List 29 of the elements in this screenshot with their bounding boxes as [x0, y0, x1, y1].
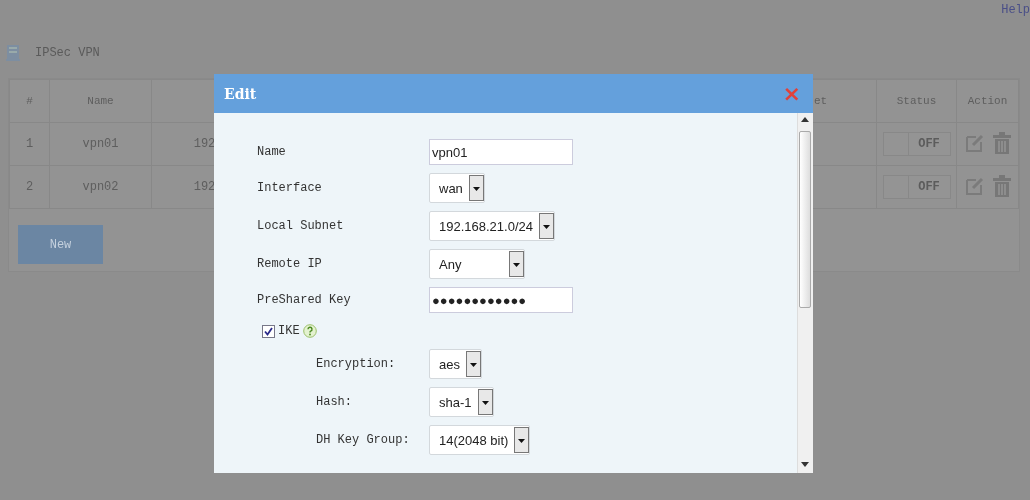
trash-icon[interactable]	[992, 131, 1011, 154]
dropdown[interactable]: sha-1	[429, 387, 494, 417]
field-label: Hash:	[315, 395, 353, 409]
field-label: Local Subnet	[257, 219, 345, 233]
dropdown[interactable]: Any	[429, 249, 526, 279]
field-label: PreShared Key	[257, 293, 352, 307]
field-label: DH Key Group:	[315, 433, 411, 447]
dropdown[interactable]: 192.168.21.0/24	[429, 211, 555, 241]
dropdown[interactable]: aes	[429, 349, 482, 379]
server-icon	[5, 44, 21, 62]
edit-icon[interactable]	[964, 132, 985, 153]
field-label: Interface	[257, 181, 323, 195]
edit-icon[interactable]	[964, 175, 985, 196]
help-icon[interactable]	[302, 324, 317, 338]
scroll-down-arrow-icon[interactable]	[801, 462, 809, 467]
field-label: Encryption:	[315, 357, 397, 371]
dialog-title: Edit	[224, 85, 257, 102]
trash-icon[interactable]	[992, 174, 1011, 197]
column-header: #	[9, 79, 50, 123]
scrollbar-thumb[interactable]	[799, 131, 811, 308]
dropdown[interactable]: 14(2048 bit)	[429, 425, 531, 455]
text-field[interactable]: ●●●●●●●●●●●●	[429, 287, 573, 313]
field-label: Remote IP	[257, 257, 323, 271]
text-field[interactable]: vpn01	[429, 139, 573, 165]
scroll-up-arrow-icon[interactable]	[801, 117, 809, 122]
checkbox-label: IKE	[278, 324, 300, 338]
field-label: Name	[257, 145, 287, 159]
checkbox[interactable]	[262, 324, 275, 338]
dropdown[interactable]: wan	[429, 173, 485, 203]
